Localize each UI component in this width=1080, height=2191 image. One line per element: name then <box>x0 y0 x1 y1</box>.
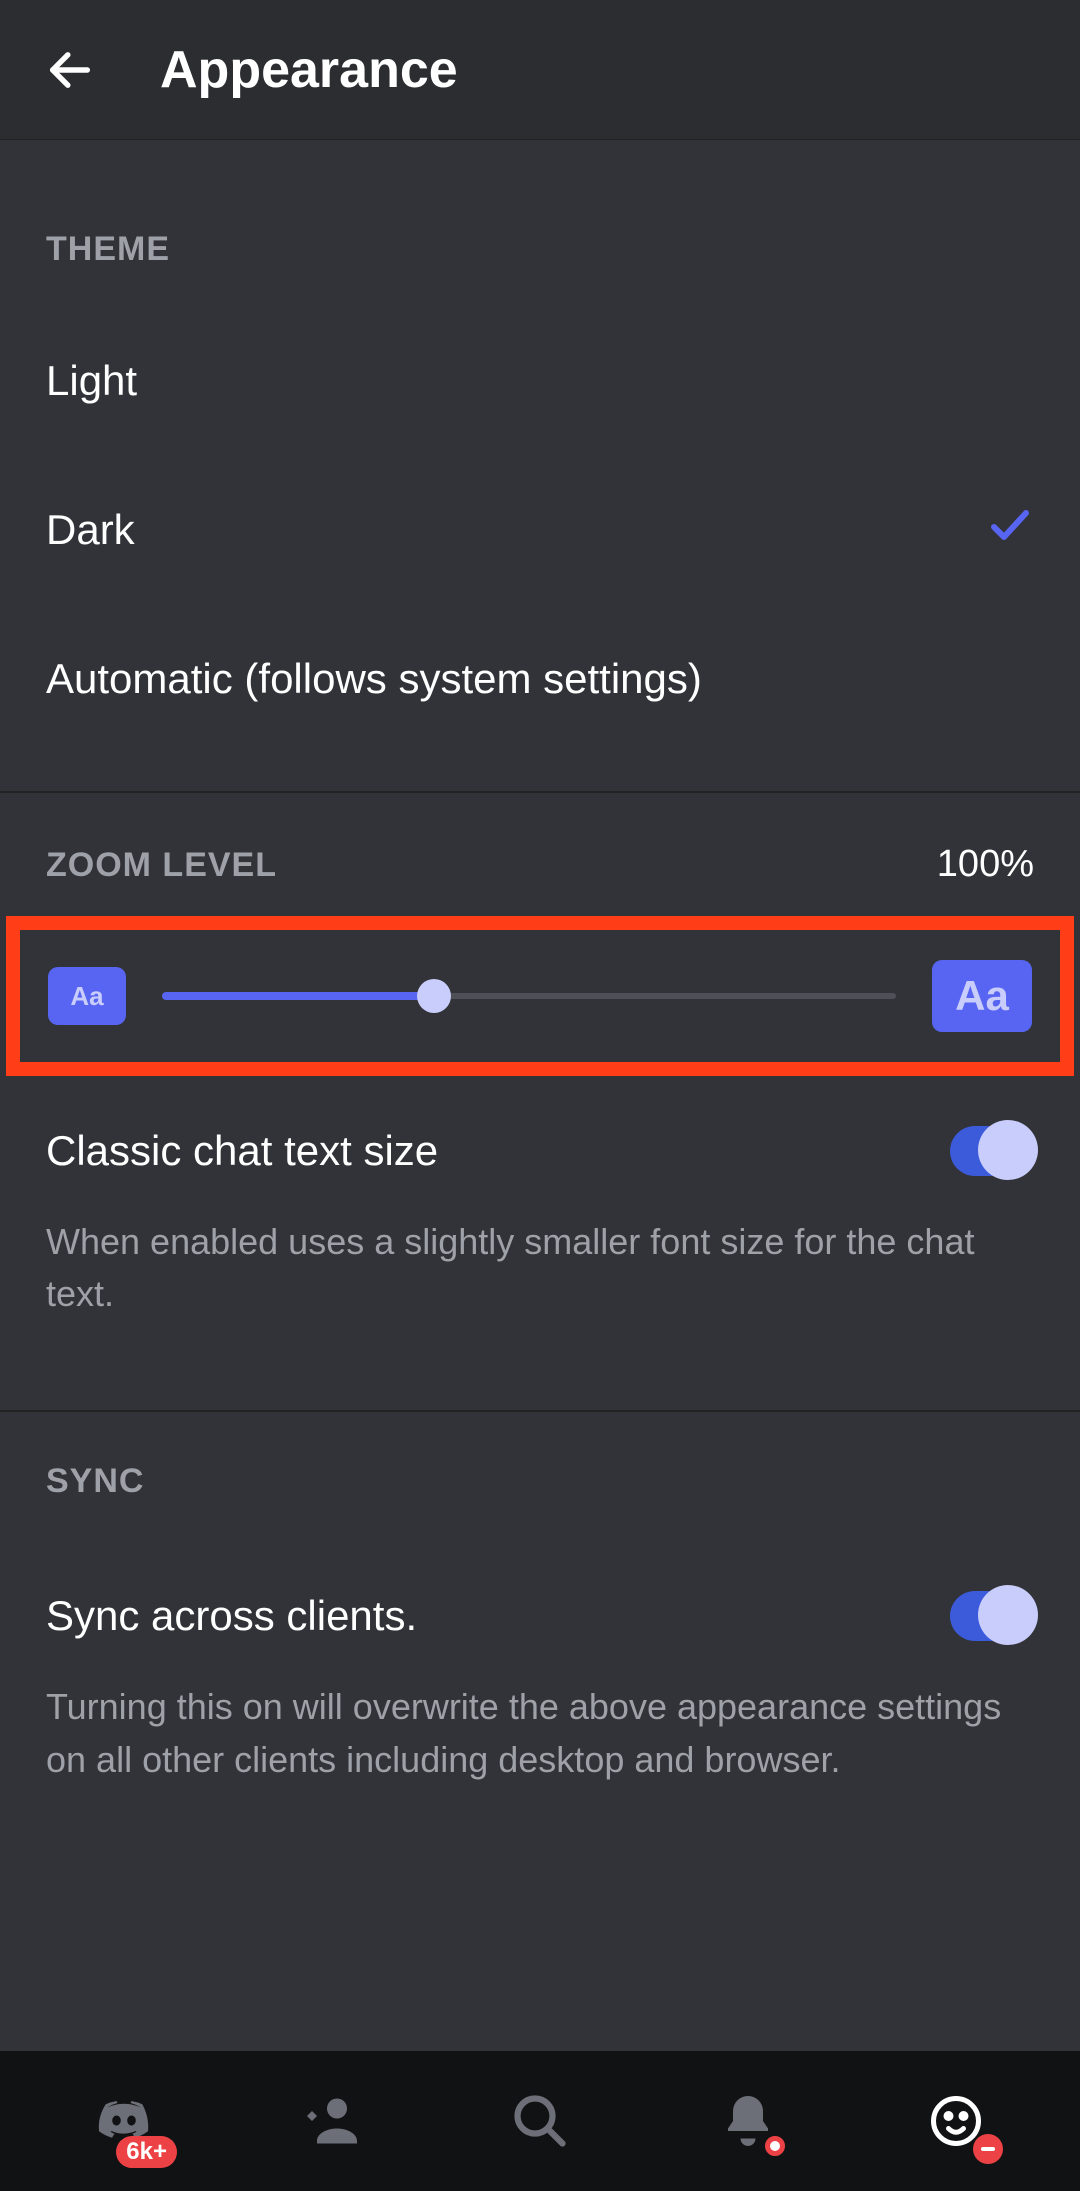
theme-option-label: Light <box>46 357 137 405</box>
page-title: Appearance <box>160 40 458 100</box>
check-icon <box>986 501 1034 559</box>
classic-chat-toggle[interactable] <box>950 1126 1034 1176</box>
theme-option-label: Dark <box>46 506 135 554</box>
classic-chat-description: When enabled uses a slightly smaller fon… <box>0 1186 1080 1370</box>
spacer <box>0 1836 1080 2051</box>
sync-description: Turning this on will overwrite the above… <box>0 1651 1080 1835</box>
classic-chat-label: Classic chat text size <box>46 1127 438 1175</box>
nav-servers[interactable]: 6k+ <box>79 2076 169 2166</box>
header-bar: Appearance <box>0 0 1080 140</box>
sync-row: Sync across clients. <box>0 1541 1080 1651</box>
theme-option-automatic[interactable]: Automatic (follows system settings) <box>0 607 1080 751</box>
nav-search[interactable] <box>495 2076 585 2166</box>
nav-badge: 6k+ <box>116 2136 177 2168</box>
zoom-value: 100% <box>937 843 1034 886</box>
zoom-section-header: ZOOM LEVEL 100% <box>0 793 1080 916</box>
zoom-slider-highlight: Aa Aa <box>6 916 1074 1076</box>
theme-option-label: Automatic (follows system settings) <box>46 655 702 703</box>
slider-fill <box>162 992 434 1000</box>
friends-icon <box>302 2091 362 2151</box>
notification-dot <box>761 2132 789 2160</box>
sync-label: Sync across clients. <box>46 1592 417 1640</box>
nav-profile[interactable] <box>911 2076 1001 2166</box>
zoom-section-label: ZOOM LEVEL <box>46 846 277 885</box>
toggle-knob <box>978 1120 1038 1180</box>
dnd-badge <box>973 2134 1003 2164</box>
zoom-aa-large-icon: Aa <box>932 960 1032 1032</box>
sync-toggle[interactable] <box>950 1591 1034 1641</box>
theme-option-light[interactable]: Light <box>0 309 1080 453</box>
toggle-knob <box>978 1585 1038 1645</box>
zoom-aa-small-icon: Aa <box>48 967 126 1025</box>
nav-friends[interactable] <box>287 2076 377 2166</box>
zoom-slider[interactable] <box>162 976 896 1016</box>
theme-section-header: THEME <box>0 140 1080 309</box>
classic-chat-row: Classic chat text size <box>0 1076 1080 1186</box>
search-icon <box>510 2091 570 2151</box>
arrow-left-icon <box>44 44 96 96</box>
bottom-nav: 6k+ <box>0 2051 1080 2191</box>
theme-option-dark[interactable]: Dark <box>0 453 1080 607</box>
nav-notifications[interactable] <box>703 2076 793 2166</box>
content-area: THEME Light Dark Automatic (follows syst… <box>0 140 1080 2051</box>
sync-section-header: SYNC <box>0 1412 1080 1541</box>
slider-thumb[interactable] <box>417 979 451 1013</box>
back-button[interactable] <box>40 40 100 100</box>
